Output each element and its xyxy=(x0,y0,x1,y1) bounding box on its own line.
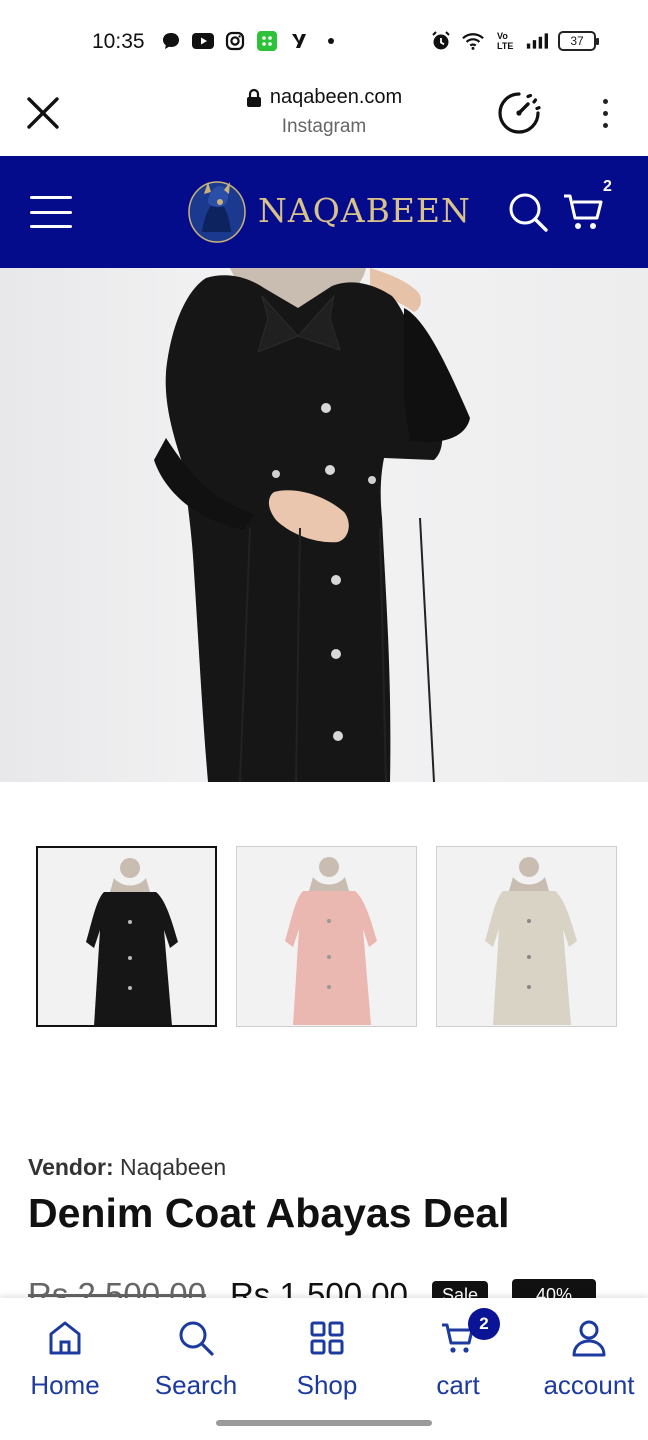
product-title: Denim Coat Abayas Deal xyxy=(28,1190,510,1236)
search-icon xyxy=(179,1321,214,1356)
lock-icon xyxy=(246,88,261,107)
header-cart-button[interactable] xyxy=(562,190,608,236)
url-subtitle: Instagram xyxy=(281,115,367,137)
cart-badge: 2 xyxy=(468,1308,500,1340)
site-header: NAQABEEN xyxy=(0,156,648,268)
discount-badge: 40% xyxy=(511,1278,596,1300)
search-icon xyxy=(509,193,548,232)
thumbnail-black[interactable] xyxy=(36,846,217,1027)
status-time: 10:35 xyxy=(92,30,145,53)
chat-bubble-icon xyxy=(160,30,182,52)
grid-icon xyxy=(310,1321,344,1355)
thumbnail-image xyxy=(437,847,616,1026)
more-vert-icon xyxy=(602,98,608,104)
status-system-icons: Vo LTE 37 xyxy=(430,30,599,52)
thumbnail-pink[interactable] xyxy=(236,846,417,1027)
abaya-photo xyxy=(154,268,470,782)
price-sale: Rs.1,500.00 xyxy=(229,1276,408,1300)
nav-home-label: Home xyxy=(30,1370,100,1400)
alarm-icon xyxy=(430,30,452,52)
site-logo[interactable]: NAQABEEN xyxy=(186,174,471,246)
header-search-button[interactable] xyxy=(506,190,552,236)
home-icon xyxy=(49,1321,81,1355)
nav-shop[interactable]: Shop xyxy=(262,1318,392,1401)
browser-toolbar: naqabeen.com Instagram xyxy=(0,78,648,156)
menu-icon xyxy=(30,196,72,199)
battery-icon: 37 xyxy=(558,31,599,51)
instagram-icon xyxy=(224,30,246,52)
price-row: Rs.2,500.00 Rs.1,500.00 Sale 40% xyxy=(28,1276,648,1300)
status-notification-icons xyxy=(160,30,342,52)
wifi-icon xyxy=(462,30,484,52)
logo-emblem xyxy=(188,181,246,243)
url-display[interactable]: naqabeen.com Instagram xyxy=(0,86,648,138)
menu-button[interactable] xyxy=(30,192,74,232)
status-bar: 10:35 Vo LTE 37 xyxy=(0,0,648,78)
youtube-icon xyxy=(192,30,214,52)
nav-account-label: account xyxy=(543,1370,635,1400)
nav-account[interactable]: account xyxy=(524,1318,648,1401)
app-grid-icon xyxy=(256,30,278,52)
thumbnail-strip xyxy=(36,846,617,1027)
nav-home[interactable]: Home xyxy=(0,1318,130,1401)
user-icon xyxy=(572,1320,606,1357)
nav-cart-label: cart xyxy=(436,1370,480,1400)
thumbnail-image xyxy=(237,847,416,1026)
brand-name: NAQABEEN xyxy=(258,190,471,230)
price-original: Rs.2,500.00 xyxy=(28,1276,206,1300)
url-text: naqabeen.com xyxy=(269,86,403,108)
speed-button[interactable] xyxy=(496,90,542,136)
nav-search[interactable]: Search xyxy=(131,1318,261,1401)
signal-icon xyxy=(526,30,548,52)
more-options-button[interactable] xyxy=(590,92,620,134)
svg-text:Vo: Vo xyxy=(497,31,508,41)
nav-cart[interactable]: 2 cart xyxy=(393,1308,523,1401)
thumbnail-beige[interactable] xyxy=(436,846,617,1027)
cart-icon xyxy=(564,194,603,229)
y-app-icon xyxy=(288,30,310,52)
product-main-image[interactable] xyxy=(0,268,648,782)
vendor-label: Vendor: xyxy=(28,1154,114,1180)
vendor-name[interactable]: Naqabeen xyxy=(120,1154,226,1180)
speed-icon xyxy=(498,92,541,134)
vendor-line: Vendor: Naqabeen xyxy=(28,1154,226,1181)
thumbnail-image xyxy=(38,848,215,1025)
nav-search-label: Search xyxy=(154,1370,238,1400)
gesture-home-indicator[interactable] xyxy=(216,1420,432,1426)
svg-text:LTE: LTE xyxy=(497,41,513,51)
header-cart-count: 2 xyxy=(603,178,612,195)
bottom-nav: Home Search Shop 2 cart account xyxy=(0,1298,648,1440)
nav-shop-label: Shop xyxy=(296,1370,358,1400)
dot-icon xyxy=(320,30,342,52)
volte-icon: Vo LTE xyxy=(494,30,516,52)
